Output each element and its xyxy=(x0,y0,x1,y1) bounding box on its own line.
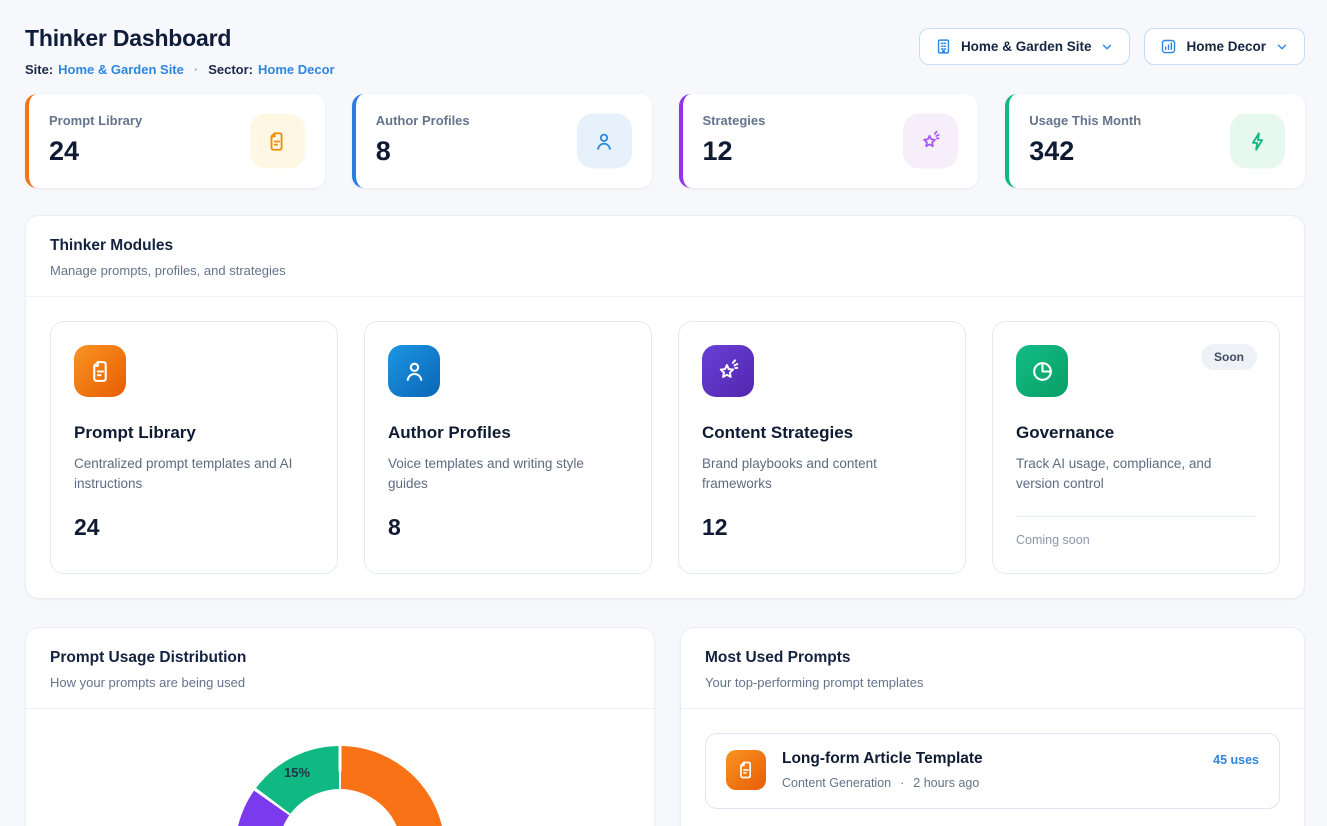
prompt-list: Long-form Article Template Content Gener… xyxy=(681,709,1304,826)
separator-dot: · xyxy=(194,62,198,77)
most-used-subtitle: Your top-performing prompt templates xyxy=(705,675,1280,690)
usage-card-title: Prompt Usage Distribution xyxy=(50,649,630,667)
coming-soon-text: Coming soon xyxy=(1016,533,1256,547)
module-card-governance[interactable]: Soon Governance Track AI usage, complian… xyxy=(992,321,1280,574)
stat-card-author-profiles: Author Profiles 8 xyxy=(352,94,652,188)
divider xyxy=(1016,516,1256,517)
sector-selector-button[interactable]: Home Decor xyxy=(1144,28,1305,65)
module-card-prompt-library[interactable]: Prompt Library Centralized prompt templa… xyxy=(50,321,338,574)
chevron-down-icon xyxy=(1275,40,1289,54)
module-description: Voice templates and writing style guides xyxy=(388,454,609,495)
list-item[interactable]: Long-form Article Template Content Gener… xyxy=(705,733,1280,809)
site-selector-button[interactable]: Home & Garden Site xyxy=(919,28,1131,65)
module-description: Brand playbooks and content frameworks xyxy=(702,454,923,495)
stat-card-strategies: Strategies 12 xyxy=(679,94,979,188)
stat-card-prompt-library: Prompt Library 24 xyxy=(25,94,325,188)
donut-segment-label: 15% xyxy=(284,765,310,780)
most-used-prompts-card: Most Used Prompts Your top-performing pr… xyxy=(680,627,1305,826)
most-used-header: Most Used Prompts Your top-performing pr… xyxy=(681,628,1304,708)
modules-panel-title: Thinker Modules xyxy=(50,237,1280,255)
site-label: Site: xyxy=(25,62,53,77)
star-icon xyxy=(903,114,958,169)
modules-panel-header: Thinker Modules Manage prompts, profiles… xyxy=(26,216,1304,296)
site-link[interactable]: Home & Garden Site xyxy=(58,62,184,77)
sector-link[interactable]: Home Decor xyxy=(258,62,335,77)
module-count: 12 xyxy=(702,514,942,541)
document-icon xyxy=(74,345,126,397)
document-icon xyxy=(726,750,766,790)
user-icon xyxy=(388,345,440,397)
separator-dot: · xyxy=(900,776,904,790)
usage-card-subtitle: How your prompts are being used xyxy=(50,675,630,690)
most-used-title: Most Used Prompts xyxy=(705,649,1280,667)
page-header: Thinker Dashboard Site: Home & Garden Si… xyxy=(25,20,1305,77)
prompt-uses-count: 45 uses xyxy=(1213,753,1259,790)
page-title: Thinker Dashboard xyxy=(25,25,335,52)
module-title: Prompt Library xyxy=(74,423,314,443)
dashboard-page: Thinker Dashboard Site: Home & Garden Si… xyxy=(0,0,1327,826)
module-description: Centralized prompt templates and AI inst… xyxy=(74,454,295,495)
site-selector-label: Home & Garden Site xyxy=(961,39,1092,54)
bar-chart-icon xyxy=(1160,38,1177,55)
stat-cards-row: Prompt Library 24 Author Profiles 8 Stra… xyxy=(25,94,1305,188)
sector-label: Sector: xyxy=(208,62,253,77)
module-title: Content Strategies xyxy=(702,423,942,443)
modules-panel-subtitle: Manage prompts, profiles, and strategies xyxy=(50,263,1280,278)
prompt-category: Content Generation xyxy=(782,776,891,790)
module-count: 24 xyxy=(74,514,314,541)
bolt-icon xyxy=(1230,114,1285,169)
building-icon xyxy=(935,38,952,55)
module-description: Track AI usage, compliance, and version … xyxy=(1016,454,1237,495)
breadcrumb: Site: Home & Garden Site · Sector: Home … xyxy=(25,62,335,77)
thinker-modules-panel: Thinker Modules Manage prompts, profiles… xyxy=(25,215,1305,599)
usage-card-header: Prompt Usage Distribution How your promp… xyxy=(26,628,654,708)
document-icon xyxy=(250,114,305,169)
soon-badge: Soon xyxy=(1201,344,1257,370)
chevron-down-icon xyxy=(1100,40,1114,54)
stat-card-usage: Usage This Month 342 xyxy=(1005,94,1305,188)
usage-distribution-card: Prompt Usage Distribution How your promp… xyxy=(25,627,655,826)
donut-chart xyxy=(235,746,445,826)
module-card-content-strategies[interactable]: Content Strategies Brand playbooks and c… xyxy=(678,321,966,574)
prompt-item-meta: Content Generation · 2 hours ago xyxy=(782,776,1197,790)
prompt-time: 2 hours ago xyxy=(913,776,979,790)
header-selectors: Home & Garden Site Home Decor xyxy=(919,28,1305,65)
modules-grid: Prompt Library Centralized prompt templa… xyxy=(26,297,1304,598)
star-icon xyxy=(702,345,754,397)
user-icon xyxy=(577,114,632,169)
header-left: Thinker Dashboard Site: Home & Garden Si… xyxy=(25,20,335,77)
pie-chart-icon xyxy=(1016,345,1068,397)
sector-selector-label: Home Decor xyxy=(1186,39,1266,54)
module-title: Governance xyxy=(1016,423,1256,443)
prompt-item-title: Long-form Article Template xyxy=(782,750,1197,768)
module-title: Author Profiles xyxy=(388,423,628,443)
usage-donut-chart: 15% xyxy=(26,709,654,826)
module-count: 8 xyxy=(388,514,628,541)
module-card-author-profiles[interactable]: Author Profiles Voice templates and writ… xyxy=(364,321,652,574)
prompt-item-body: Long-form Article Template Content Gener… xyxy=(782,750,1197,790)
bottom-row: Prompt Usage Distribution How your promp… xyxy=(25,627,1305,826)
